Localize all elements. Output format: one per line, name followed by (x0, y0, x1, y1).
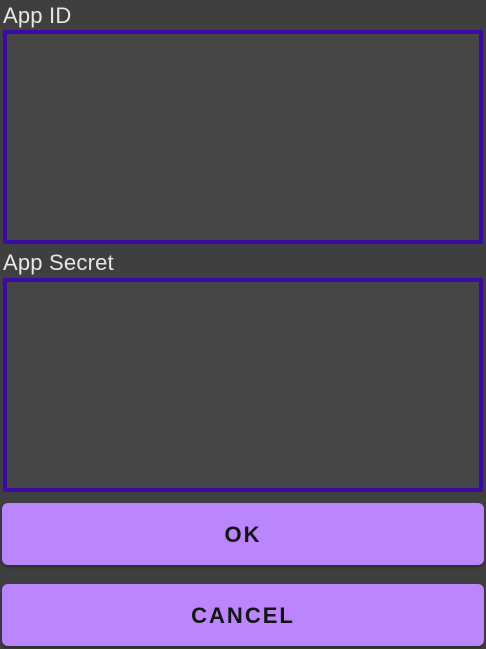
app-secret-label: App Secret (3, 250, 114, 275)
cancel-button[interactable]: CANCEL (2, 584, 484, 646)
app-id-label: App ID (3, 3, 72, 28)
app-id-field[interactable] (3, 30, 483, 244)
ok-button[interactable]: OK (2, 503, 484, 565)
app-secret-field[interactable] (3, 278, 483, 492)
